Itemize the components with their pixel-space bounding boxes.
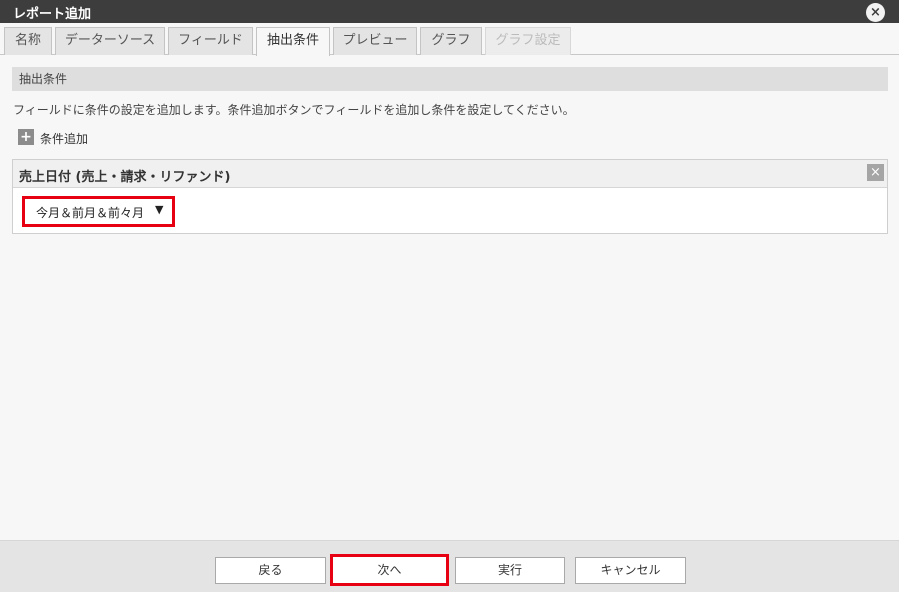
tab-filter-conditions[interactable]: 抽出条件 [256, 27, 330, 56]
condition-field-name: 売上日付 (売上・請求・リファンド) [19, 170, 231, 185]
close-icon[interactable]: × [866, 3, 885, 22]
date-range-select[interactable]: 今月＆前月＆前々月 ▼ [22, 196, 175, 227]
tab-datasource[interactable]: データーソース [55, 27, 165, 55]
tab-graph[interactable]: グラフ [420, 27, 482, 55]
tab-graph-settings: グラフ設定 [485, 27, 571, 55]
plus-icon: + [18, 129, 34, 145]
dialog-footer: 戻る 次へ 実行 キャンセル [0, 540, 899, 592]
section-description: フィールドに条件の設定を追加します。条件追加ボタンでフィールドを追加し条件を設定… [13, 103, 575, 117]
back-button[interactable]: 戻る [215, 557, 326, 584]
close-icon[interactable]: × [867, 164, 884, 181]
run-button[interactable]: 実行 [455, 557, 565, 584]
window-title: レポート追加 [13, 7, 92, 22]
window-titlebar: レポート追加 × [0, 0, 899, 23]
cancel-button[interactable]: キャンセル [575, 557, 686, 584]
chevron-down-icon: ▼ [155, 203, 164, 216]
next-button[interactable]: 次へ [330, 554, 449, 586]
tab-preview[interactable]: プレビュー [333, 27, 417, 55]
condition-box: 売上日付 (売上・請求・リファンド) × 今月＆前月＆前々月 ▼ [12, 159, 888, 234]
tab-fields[interactable]: フィールド [168, 27, 253, 55]
date-range-value: 今月＆前月＆前々月 [36, 206, 145, 220]
section-header: 抽出条件 [12, 67, 888, 91]
tab-name[interactable]: 名称 [4, 27, 52, 55]
tab-bar: 名称 データーソース フィールド 抽出条件 プレビュー グラフ グラフ設定 [0, 23, 899, 56]
add-condition-label: 条件追加 [40, 132, 89, 146]
condition-header: 売上日付 (売上・請求・リファンド) × [13, 160, 887, 188]
